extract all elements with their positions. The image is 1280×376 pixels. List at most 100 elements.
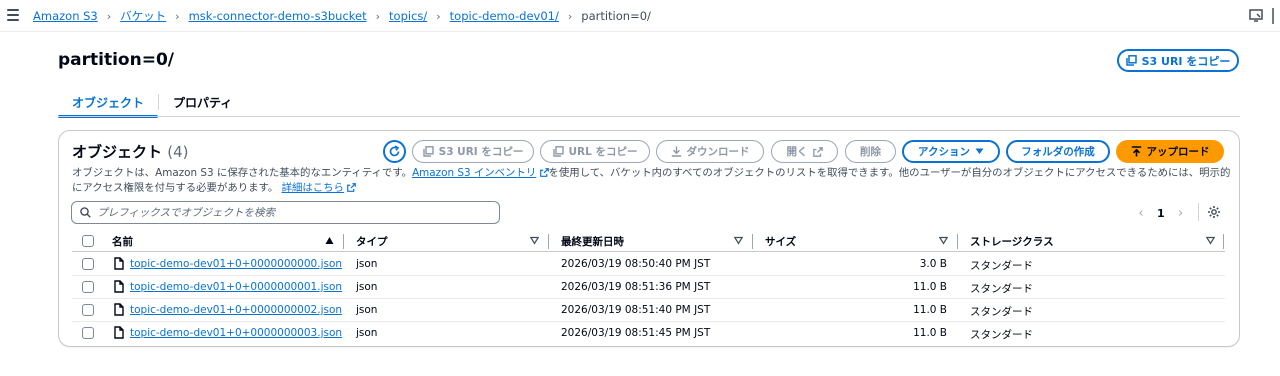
copy-url-button-label: URL をコピー bbox=[568, 146, 638, 158]
object-name-link[interactable]: topic-demo-dev01+0+0000000001.json bbox=[130, 281, 342, 293]
upload-button[interactable]: アップロード bbox=[1116, 140, 1224, 163]
objects-description: オブジェクトは、Amazon S3 に保存された基本的なエンティティです。Ama… bbox=[72, 166, 1232, 196]
breadcrumb-current: partition=0/ bbox=[581, 9, 651, 23]
column-header-type[interactable]: タイプ bbox=[356, 234, 388, 249]
table-row[interactable]: topic-demo-dev01+0+0000000001.json json … bbox=[72, 276, 1225, 299]
caret-down-icon bbox=[975, 148, 984, 154]
copy-icon bbox=[422, 146, 434, 157]
chevron-right-icon[interactable]: › bbox=[1175, 206, 1187, 221]
file-icon bbox=[114, 257, 124, 270]
hamburger-icon[interactable] bbox=[7, 9, 19, 21]
sort-icon[interactable] bbox=[530, 236, 539, 245]
sort-icon[interactable] bbox=[1206, 236, 1215, 245]
create-folder-button[interactable]: フォルダの作成 bbox=[1006, 140, 1110, 163]
pagination: ‹ 1 › bbox=[1135, 204, 1187, 222]
copy-s3-uri-header-button[interactable]: S3 URI をコピー bbox=[1117, 49, 1239, 72]
copy-icon bbox=[1125, 55, 1137, 66]
object-type: json bbox=[356, 304, 378, 316]
refresh-button[interactable] bbox=[383, 140, 406, 163]
object-name-link[interactable]: topic-demo-dev01+0+0000000000.json bbox=[130, 258, 342, 270]
object-name-link[interactable]: topic-demo-dev01+0+0000000003.json bbox=[130, 327, 342, 339]
column-divider bbox=[957, 234, 958, 249]
sort-icon[interactable] bbox=[939, 236, 948, 245]
breadcrumb: Amazon S3 › バケット › msk-connector-demo-s3… bbox=[33, 0, 651, 32]
breadcrumb-link-amazon-s3[interactable]: Amazon S3 bbox=[33, 9, 98, 23]
breadcrumb-separator: › bbox=[106, 9, 112, 23]
object-type: json bbox=[356, 281, 378, 293]
file-icon bbox=[114, 326, 124, 339]
search-box bbox=[71, 201, 500, 224]
feedback-icon[interactable] bbox=[1249, 9, 1263, 22]
breadcrumb-link-bucket[interactable]: msk-connector-demo-s3bucket bbox=[189, 9, 367, 23]
tab-objects[interactable]: オブジェクト bbox=[58, 88, 159, 118]
create-folder-button-label: フォルダの作成 bbox=[1021, 146, 1095, 158]
actions-dropdown-button[interactable]: アクション bbox=[902, 140, 1000, 163]
breadcrumb-separator: › bbox=[436, 9, 441, 23]
breadcrumb-link-buckets[interactable]: バケット bbox=[120, 8, 166, 24]
objects-heading: オブジェクト (4) bbox=[72, 141, 189, 162]
copy-icon bbox=[552, 146, 564, 157]
external-link-icon bbox=[812, 146, 823, 157]
breadcrumb-separator: › bbox=[567, 9, 573, 23]
delete-button[interactable]: 削除 bbox=[845, 140, 896, 163]
column-header-name[interactable]: 名前 bbox=[112, 234, 133, 249]
sort-icon[interactable] bbox=[734, 236, 743, 245]
object-modified: 2026/03/19 08:51:40 PM JST bbox=[561, 304, 711, 316]
gear-icon[interactable] bbox=[1207, 205, 1221, 219]
download-button-label: ダウンロード bbox=[686, 146, 750, 158]
open-button-label: 開く bbox=[786, 146, 808, 158]
chevron-left-icon[interactable]: ‹ bbox=[1135, 206, 1147, 221]
tabs-divider bbox=[58, 116, 1240, 117]
download-button[interactable]: ダウンロード bbox=[656, 140, 764, 163]
row-checkbox[interactable] bbox=[82, 258, 94, 270]
copy-s3-uri-button[interactable]: S3 URI をコピー bbox=[412, 140, 534, 163]
column-divider bbox=[343, 234, 344, 249]
sort-ascending-icon[interactable] bbox=[325, 236, 334, 245]
breadcrumb-separator: › bbox=[175, 9, 180, 23]
column-header-size[interactable]: サイズ bbox=[765, 234, 796, 249]
row-checkbox[interactable] bbox=[82, 281, 94, 293]
breadcrumb-link-topics[interactable]: topics/ bbox=[389, 9, 427, 23]
column-divider bbox=[548, 234, 549, 249]
table-header: 名前 タイプ 最終更新日時 サイズ ストレージクラス bbox=[72, 230, 1225, 252]
breadcrumb-separator: › bbox=[375, 9, 381, 23]
file-icon bbox=[114, 280, 124, 293]
side-panel-icon[interactable] bbox=[1270, 8, 1280, 24]
upload-button-label: アップロード bbox=[1146, 146, 1210, 158]
column-header-modified[interactable]: 最終更新日時 bbox=[561, 234, 624, 249]
object-type: json bbox=[356, 258, 378, 270]
objects-count: (4) bbox=[167, 143, 189, 161]
object-name-link[interactable]: topic-demo-dev01+0+0000000002.json bbox=[130, 304, 342, 316]
column-divider bbox=[752, 234, 753, 249]
tab-properties[interactable]: プロパティ bbox=[159, 88, 246, 116]
copy-s3-uri-label: S3 URI をコピー bbox=[1141, 54, 1231, 68]
search-input[interactable] bbox=[97, 206, 477, 219]
table-row[interactable]: topic-demo-dev01+0+0000000000.json json … bbox=[72, 253, 1225, 276]
column-divider bbox=[1223, 234, 1224, 249]
row-checkbox[interactable] bbox=[82, 327, 94, 339]
column-header-storage-class[interactable]: ストレージクラス bbox=[970, 234, 1054, 249]
current-page-number[interactable]: 1 bbox=[1157, 207, 1165, 220]
tab-list: オブジェクト プロパティ bbox=[58, 88, 246, 118]
upload-icon bbox=[1131, 146, 1141, 157]
delete-button-label: 削除 bbox=[860, 146, 881, 158]
copy-url-button[interactable]: URL をコピー bbox=[540, 140, 650, 163]
object-storage-class: スタンダード bbox=[970, 260, 1033, 272]
object-size: 11.0 B bbox=[913, 327, 947, 339]
object-size: 11.0 B bbox=[913, 281, 947, 293]
inventory-link[interactable]: Amazon S3 インベントリ bbox=[412, 167, 536, 179]
external-link-icon bbox=[347, 183, 357, 192]
search-icon bbox=[80, 207, 91, 218]
row-checkbox[interactable] bbox=[82, 304, 94, 316]
object-storage-class: スタンダード bbox=[970, 283, 1033, 295]
objects-heading-label: オブジェクト bbox=[72, 143, 163, 161]
copy-s3-uri-button-label: S3 URI をコピー bbox=[438, 146, 524, 158]
object-modified: 2026/03/19 08:51:36 PM JST bbox=[561, 281, 711, 293]
open-button[interactable]: 開く bbox=[771, 140, 838, 163]
breadcrumb-link-topic[interactable]: topic-demo-dev01/ bbox=[450, 9, 559, 23]
table-row[interactable]: topic-demo-dev01+0+0000000003.json json … bbox=[72, 322, 1225, 345]
learn-more-link[interactable]: 詳細はこちら bbox=[282, 182, 344, 194]
select-all-checkbox[interactable] bbox=[82, 235, 94, 247]
page-title: partition=0/ bbox=[58, 50, 174, 70]
table-row[interactable]: topic-demo-dev01+0+0000000002.json json … bbox=[72, 299, 1225, 322]
